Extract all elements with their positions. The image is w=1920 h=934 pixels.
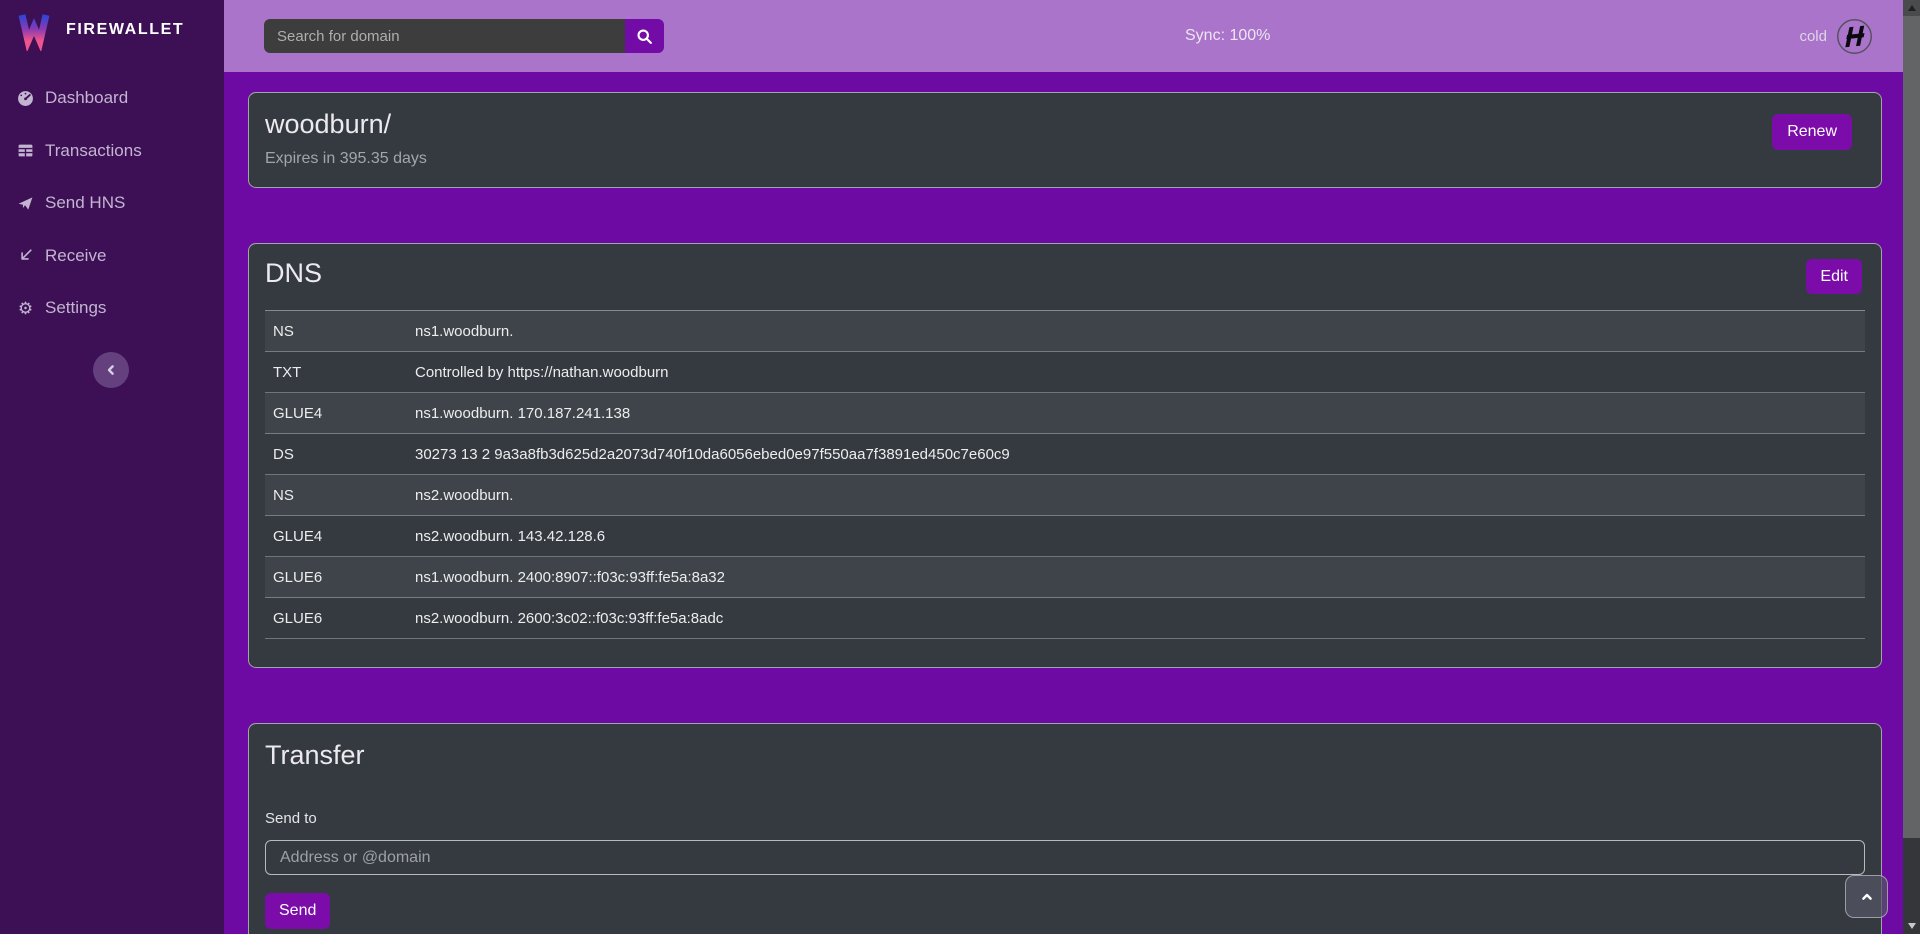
sidebar: FIREWALLET Dashboard Transactions Send H… [0,0,224,934]
scrollbar-thumb[interactable] [1903,16,1920,838]
dns-record-row: GLUE4 ns2.woodburn. 143.42.128.6 [265,516,1865,557]
dns-record-value: 30273 13 2 9a3a8fb3d625d2a2073d740f10da6… [415,446,1857,463]
sidebar-item-label: Send HNS [45,193,125,213]
send-button[interactable]: Send [265,893,330,929]
sidebar-nav: Dashboard Transactions Send HNS Receive … [0,72,224,335]
wallet-name: cold [1799,28,1827,45]
dns-record-type: DS [273,446,415,463]
dns-record-value: ns1.woodburn. 2400:8907::f03c:93ff:fe5a:… [415,569,1857,586]
sidebar-item-label: Settings [45,298,106,318]
renew-button[interactable]: Renew [1772,114,1852,150]
search-icon [636,28,653,45]
sidebar-item-label: Dashboard [45,88,128,108]
domain-card: woodburn/ Expires in 395.35 days Renew [248,92,1882,188]
top-bar: Sync: 100% cold [224,0,1903,72]
sync-status: Sync: 100% [1185,0,1270,72]
receive-icon [17,247,34,264]
app-title: FIREWALLET [66,21,184,39]
dns-record-value: ns2.woodburn. [415,487,1857,504]
brand: FIREWALLET [0,0,224,60]
send-to-label: Send to [265,810,1865,827]
dns-record-type: NS [273,487,415,504]
dns-record-value: ns2.woodburn. 143.42.128.6 [415,528,1857,545]
scrollbar-track-bottom[interactable] [1903,838,1920,934]
dns-record-value: ns1.woodburn. [415,323,1857,340]
gauge-icon [17,90,34,107]
dns-card: DNS Edit NS ns1.woodburn. TXT Controlled… [248,243,1882,668]
dns-record-value: Controlled by https://nathan.woodburn [415,364,1857,381]
transfer-title: Transfer [265,738,1865,772]
chevron-up-icon [1859,889,1875,905]
dns-record-row: GLUE4 ns1.woodburn. 170.187.241.138 [265,393,1865,434]
sidebar-item-dashboard[interactable]: Dashboard [0,72,224,125]
domain-expiry: Expires in 395.35 days [265,150,1865,168]
dns-records-table: NS ns1.woodburn. TXT Controlled by https… [265,310,1865,639]
sidebar-item-label: Transactions [45,141,142,161]
send-icon [17,195,34,212]
handshake-logo-icon [1836,18,1873,55]
sidebar-item-transactions[interactable]: Transactions [0,125,224,178]
edit-dns-button[interactable]: Edit [1806,259,1862,294]
page-scrollbar[interactable] [1903,0,1920,934]
transfer-card: Transfer Send to Send [248,723,1882,934]
search-input[interactable] [264,19,625,53]
dns-record-type: GLUE4 [273,528,415,545]
wallet-info[interactable]: cold [1799,0,1873,72]
domain-search [264,19,664,53]
dns-record-type: GLUE4 [273,405,415,422]
scrollbar-down-arrow-icon[interactable] [1908,923,1916,929]
dns-record-type: TXT [273,364,415,381]
dns-record-type: GLUE6 [273,610,415,627]
search-button[interactable] [625,19,664,53]
dns-record-value: ns1.woodburn. 170.187.241.138 [415,405,1857,422]
table-icon [17,142,34,159]
dns-title: DNS [265,256,1865,290]
dns-record-type: GLUE6 [273,569,415,586]
sidebar-item-label: Receive [45,246,106,266]
dns-record-row: GLUE6 ns1.woodburn. 2400:8907::f03c:93ff… [265,557,1865,598]
dns-record-value: ns2.woodburn. 2600:3c02::f03c:93ff:fe5a:… [415,610,1857,627]
sidebar-collapse-button[interactable] [93,352,129,388]
transfer-address-input[interactable] [265,840,1865,875]
gear-icon: ⚙ [17,300,34,317]
domain-title: woodburn/ [265,107,1865,141]
sidebar-item-send-hns[interactable]: Send HNS [0,177,224,230]
sidebar-item-receive[interactable]: Receive [0,230,224,283]
chevron-left-icon [103,362,119,378]
dns-record-type: NS [273,323,415,340]
scroll-to-top-button[interactable] [1845,875,1888,918]
dns-record-row: GLUE6 ns2.woodburn. 2600:3c02::f03c:93ff… [265,598,1865,639]
dns-record-row: DS 30273 13 2 9a3a8fb3d625d2a2073d740f10… [265,434,1865,475]
dns-record-row: TXT Controlled by https://nathan.woodbur… [265,352,1865,393]
sidebar-item-settings[interactable]: ⚙ Settings [0,282,224,335]
dns-record-row: NS ns1.woodburn. [265,311,1865,352]
firewallet-logo-icon [14,9,54,51]
scrollbar-up-arrow-icon[interactable] [1908,5,1916,11]
dns-record-row: NS ns2.woodburn. [265,475,1865,516]
